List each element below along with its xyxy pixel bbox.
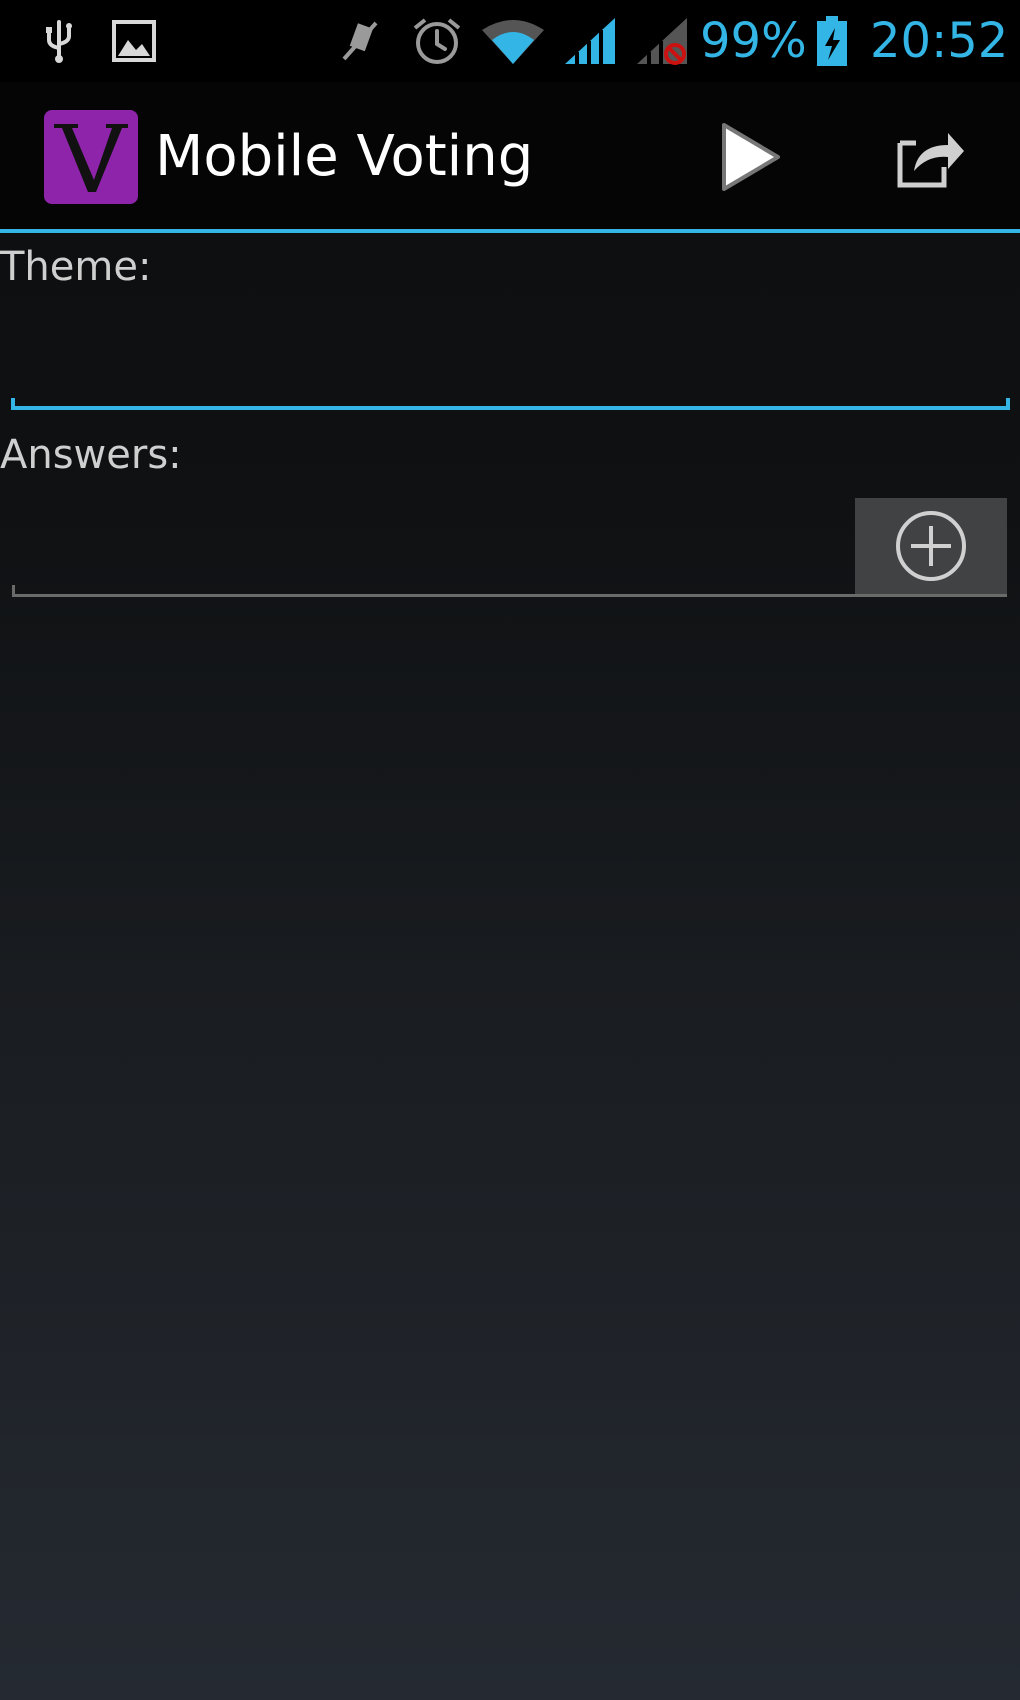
app-title: Mobile Voting [155,124,534,189]
share-icon [897,133,964,188]
wifi-icon [478,0,548,82]
clock: 20:52 [870,13,1009,69]
app-logo-v-icon [54,124,128,192]
battery-charging-icon [812,0,852,82]
action-bar-divider [0,229,1020,233]
answers-label: Answers: [0,432,182,478]
answer-input[interactable] [12,505,852,593]
signal-no-sim-icon [634,0,690,82]
app-logo[interactable] [44,110,138,204]
usb-icon [38,0,80,82]
add-answer-button[interactable] [855,498,1007,597]
theme-input-underline [11,398,1010,410]
add-circle-icon [896,511,966,581]
play-icon [722,123,780,191]
share-button[interactable] [875,102,985,212]
theme-input[interactable] [12,320,1010,406]
alarm-icon [410,0,464,82]
gallery-icon [110,0,158,82]
action-bar: Mobile Voting [0,82,1020,230]
battery-percent: 99% [700,13,807,69]
theme-label: Theme: [0,244,152,290]
start-voting-button[interactable] [696,102,806,212]
muted-icon [336,0,384,82]
signal-icon [562,0,618,82]
status-bar: 99% 20:52 [0,0,1020,82]
